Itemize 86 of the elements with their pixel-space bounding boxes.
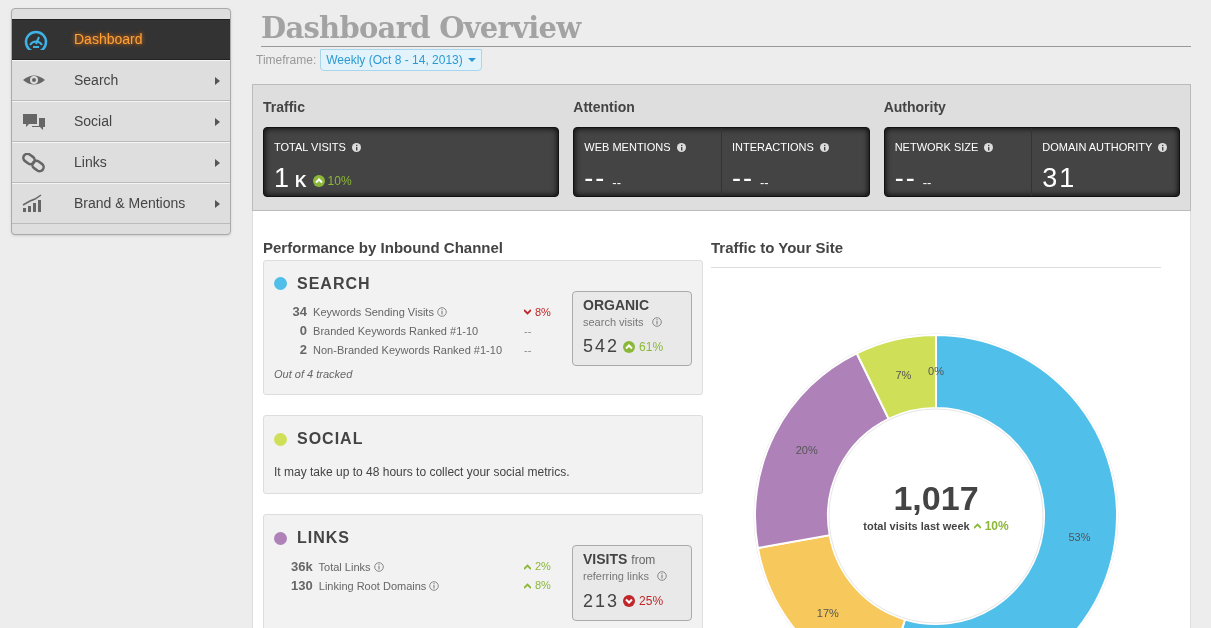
channel-message: It may take up to 48 hours to collect your social metrics. [274, 464, 571, 481]
section-title: Authority [883, 98, 947, 117]
metric-row-text: 34 Keywords Sending Visits [291, 304, 434, 320]
up-caret-icon [524, 582, 531, 589]
metric-unit: -- [612, 173, 621, 192]
sidebar-label: Links [74, 153, 107, 172]
stat-subtitle: referring links [583, 569, 650, 584]
slice-label: 20% [795, 444, 818, 457]
sidebar-label: Brand & Mentions [74, 194, 186, 213]
metric-value: -- [732, 161, 754, 194]
sidebar-item[interactable]: Social [12, 101, 230, 142]
timeframe-label: Timeframe: [256, 52, 317, 69]
metric-row-text: 0 Branded Keywords Ranked #1-10 [298, 323, 479, 339]
metric-label: WEB MENTIONS [584, 140, 671, 155]
section-title: Attention [573, 98, 636, 117]
stat-subtitle: search visits [583, 314, 644, 330]
info-icon [657, 571, 668, 582]
footnote: Out of 4 tracked [274, 366, 354, 382]
sidebar-item[interactable]: Brand & Mentions [12, 183, 230, 224]
caret-right-icon [215, 158, 220, 167]
up-chevron-icon [312, 174, 325, 187]
center-value: 1,017 [893, 478, 979, 517]
metric-value: 1 [274, 161, 292, 194]
stat-title-suffix: from [631, 552, 656, 569]
metric-row-text: 36k Total Links [291, 558, 371, 575]
info-icon [351, 142, 361, 152]
stat-title: ORGANIC [583, 295, 650, 315]
metric-label: TOTAL VISITS [274, 140, 346, 155]
row-change: 2% [535, 559, 551, 575]
metric-value: 31 [1042, 161, 1077, 194]
page-title: Dashboard Overview [261, 10, 583, 46]
gauge-icon [24, 29, 48, 50]
stat-value: 542 [583, 335, 620, 358]
up-caret-icon [524, 563, 531, 570]
up-caret-icon [973, 522, 981, 529]
row-change: 8% [535, 578, 551, 594]
down-chevron-icon [623, 595, 636, 607]
metric-unit: -- [922, 173, 932, 192]
caret-down-icon [467, 58, 476, 62]
sidebar-label: Search [74, 71, 119, 90]
channel-title: SOCIAL [297, 429, 364, 449]
row-change: -- [524, 342, 532, 358]
info-icon [651, 316, 662, 327]
metric-unit: K [295, 171, 307, 192]
info-icon [1158, 142, 1168, 152]
stat-change: 25% [639, 593, 664, 610]
sidebar-label: Dashboard [74, 30, 143, 49]
metric-label: DOMAIN AUTHORITY [1042, 140, 1153, 155]
row-change: 8% [535, 304, 551, 320]
caret-right-icon [215, 117, 220, 126]
stat-change: 61% [639, 338, 664, 356]
row-change: -- [524, 323, 532, 339]
slice-label: 7% [895, 368, 912, 381]
chain-link-icon [22, 152, 46, 173]
slice-label: 0% [928, 364, 944, 377]
down-caret-icon [524, 309, 531, 315]
caret-right-icon [215, 76, 220, 85]
metric-row-text: 2 Non-Branded Keywords Ranked #1-10 [298, 342, 502, 358]
channel-title: LINKS [297, 528, 350, 548]
metric-label: NETWORK SIZE [894, 140, 979, 155]
section-title: Traffic to Your Site [711, 238, 844, 258]
metric-value: -- [894, 161, 917, 194]
info-icon [676, 142, 686, 152]
metric-value: -- [584, 161, 607, 194]
sidebar-item[interactable]: Links [12, 142, 230, 183]
center-change: 10% [984, 517, 1009, 535]
sidebar-item[interactable]: Search [12, 60, 230, 101]
speech-bubbles-icon [22, 111, 46, 132]
slice-label: 17% [816, 606, 839, 619]
metric-label: INTERACTIONS [732, 140, 814, 155]
section-title: Performance by Inbound Channel [263, 238, 505, 258]
metric-row-text: 130 Linking Root Domains [291, 577, 427, 594]
sidebar-item[interactable]: Dashboard [12, 19, 230, 60]
sidebar-label: Social [74, 112, 113, 131]
stat-value: 213 [583, 589, 620, 613]
caret-right-icon [215, 199, 220, 208]
metric-change: 10% [327, 172, 352, 190]
slice-label: 53% [1068, 530, 1091, 543]
metric-unit: -- [760, 173, 769, 192]
info-icon [984, 142, 994, 152]
section-title: Traffic [263, 98, 306, 117]
stat-title: VISITS [583, 550, 628, 569]
info-icon [819, 142, 829, 152]
center-label: total visits last week [863, 518, 970, 534]
up-chevron-icon [623, 340, 636, 353]
channel-title: SEARCH [297, 273, 371, 294]
